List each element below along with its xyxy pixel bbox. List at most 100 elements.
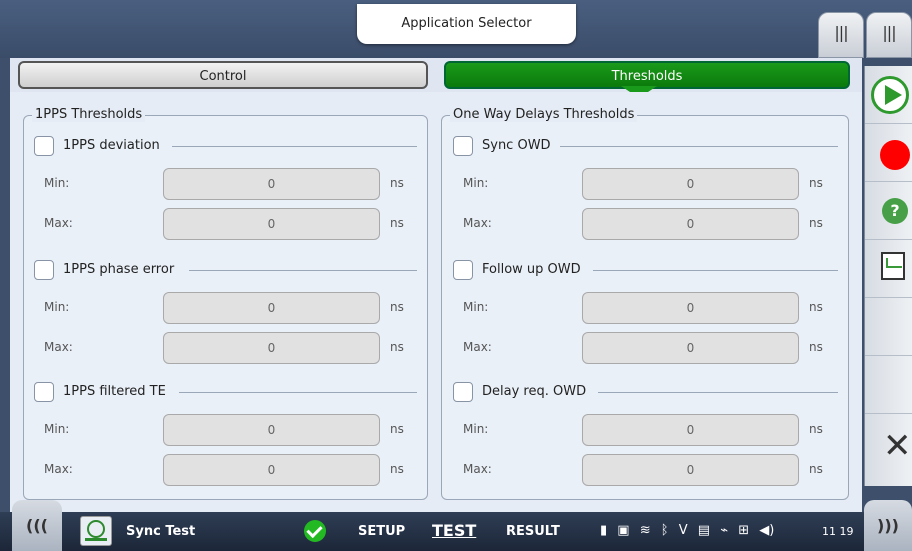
max-label: Max: xyxy=(463,216,492,230)
result-button[interactable]: RESULT xyxy=(506,524,560,539)
max-input-delay-req-owd[interactable]: 0 xyxy=(582,454,799,486)
min-input-1pps-phase-error[interactable]: 0 xyxy=(163,292,380,324)
min-input-1pps-filtered-te[interactable]: 0 xyxy=(163,414,380,446)
battery-icon: ▮ xyxy=(600,523,608,538)
tab-row: Control Thresholds xyxy=(10,58,862,92)
min-input-follow-up-owd[interactable]: 0 xyxy=(582,292,799,324)
section-delay-req-owd: Delay req. OWD xyxy=(453,382,838,402)
panel-tab-2[interactable]: ||| xyxy=(866,12,912,58)
status-ok-icon xyxy=(304,520,326,542)
max-label: Max: xyxy=(44,340,73,354)
network-icon: ▣ xyxy=(617,523,630,538)
section-1pps-filtered-te: 1PPS filtered TE xyxy=(34,382,417,402)
min-label: Min: xyxy=(44,422,70,436)
tab-control[interactable]: Control xyxy=(18,61,428,89)
divider xyxy=(598,392,838,393)
min-input-sync-owd[interactable]: 0 xyxy=(582,168,799,200)
unit-label: ns xyxy=(809,462,823,476)
checkbox-1pps-deviation[interactable] xyxy=(34,136,54,156)
max-input-1pps-filtered-te[interactable]: 0 xyxy=(163,454,380,486)
divider xyxy=(593,270,838,271)
report-button[interactable] xyxy=(865,240,912,298)
section-label: 1PPS filtered TE xyxy=(63,384,166,399)
group-title: One Way Delays Thresholds xyxy=(450,107,638,122)
report-icon xyxy=(881,252,905,280)
play-icon xyxy=(871,76,909,114)
status-v: V xyxy=(678,523,688,538)
section-follow-up-owd: Follow up OWD xyxy=(453,260,838,280)
unit-label: ns xyxy=(390,300,404,314)
bluetooth-icon: ᛒ xyxy=(660,523,669,538)
min-label: Min: xyxy=(44,176,70,190)
checkbox-1pps-filtered-te[interactable] xyxy=(34,382,54,402)
close-button[interactable]: ✕ xyxy=(865,414,912,472)
group-title: 1PPS Thresholds xyxy=(32,107,146,122)
max-input-sync-owd[interactable]: 0 xyxy=(582,208,799,240)
min-label: Min: xyxy=(463,176,489,190)
record-button[interactable] xyxy=(865,124,912,182)
unit-label: ns xyxy=(809,176,823,190)
unit-label: ns xyxy=(809,340,823,354)
max-label: Max: xyxy=(463,462,492,476)
sync-test-icon[interactable] xyxy=(80,516,112,546)
help-icon: ? xyxy=(882,198,908,224)
section-label: 1PPS phase error xyxy=(63,262,175,277)
divider xyxy=(172,146,417,147)
section-1pps-deviation: 1PPS deviation xyxy=(34,136,417,156)
divider xyxy=(179,392,417,393)
unit-label: ns xyxy=(809,300,823,314)
section-1pps-phase-error: 1PPS phase error xyxy=(34,260,417,280)
terminal-icon: ▤ xyxy=(697,523,711,538)
unit-label: ns xyxy=(809,422,823,436)
unit-label: ns xyxy=(390,422,404,436)
unit-label: ns xyxy=(809,216,823,230)
section-label: Follow up OWD xyxy=(482,262,581,277)
section-label: Delay req. OWD xyxy=(482,384,587,399)
start-button[interactable] xyxy=(865,66,912,124)
nav-left-button[interactable]: ((( xyxy=(12,500,62,551)
min-label: Min: xyxy=(44,300,70,314)
group-one-way-delays-thresholds: One Way Delays Thresholds Sync OWD Min: … xyxy=(441,107,849,500)
status-icons: ▮ ▣ ≋ ᛒ V ▤ ⌁ ⊞ ◀) xyxy=(600,523,780,538)
min-label: Min: xyxy=(463,300,489,314)
setup-button[interactable]: SETUP xyxy=(358,524,405,539)
max-input-follow-up-owd[interactable]: 0 xyxy=(582,332,799,364)
section-label: Sync OWD xyxy=(482,138,551,153)
section-label: 1PPS deviation xyxy=(63,138,160,153)
group-1pps-thresholds: 1PPS Thresholds 1PPS deviation Min: 0 ns… xyxy=(23,107,428,500)
application-selector-button[interactable]: Application Selector xyxy=(357,4,576,44)
max-label: Max: xyxy=(44,462,73,476)
test-name: Sync Test xyxy=(126,524,196,539)
nav-right-button[interactable]: ))) xyxy=(864,500,912,551)
unit-label: ns xyxy=(390,462,404,476)
unit-label: ns xyxy=(390,340,404,354)
max-input-1pps-deviation[interactable]: 0 xyxy=(163,208,380,240)
unit-label: ns xyxy=(390,216,404,230)
checkbox-delay-req-owd[interactable] xyxy=(453,382,473,402)
volume-icon: ◀) xyxy=(759,523,775,538)
max-label: Max: xyxy=(44,216,73,230)
clock: 11 19 xyxy=(822,525,854,538)
max-input-1pps-phase-error[interactable]: 0 xyxy=(163,332,380,364)
antenna-icon: ⌁ xyxy=(720,523,729,538)
record-icon xyxy=(880,140,910,170)
empty-slot-1 xyxy=(865,298,912,356)
tab-thresholds[interactable]: Thresholds xyxy=(444,61,850,89)
max-label: Max: xyxy=(463,340,492,354)
close-icon: ✕ xyxy=(883,426,912,466)
min-label: Min: xyxy=(463,422,489,436)
status-bar: ((( Sync Test SETUP TEST RESULT ▮ ▣ ≋ ᛒ … xyxy=(0,500,912,551)
min-input-1pps-deviation[interactable]: 0 xyxy=(163,168,380,200)
help-button[interactable]: ? xyxy=(865,182,912,240)
test-button[interactable]: TEST xyxy=(432,521,476,540)
wifi-icon: ≋ xyxy=(639,523,651,538)
panel-tab-1[interactable]: ||| xyxy=(818,12,864,58)
checkbox-follow-up-owd[interactable] xyxy=(453,260,473,280)
checkbox-sync-owd[interactable] xyxy=(453,136,473,156)
action-sidebar: ? ✕ xyxy=(864,66,912,486)
divider xyxy=(560,146,838,147)
checkbox-1pps-phase-error[interactable] xyxy=(34,260,54,280)
divider xyxy=(189,270,417,271)
lan-icon: ⊞ xyxy=(738,523,750,538)
min-input-delay-req-owd[interactable]: 0 xyxy=(582,414,799,446)
